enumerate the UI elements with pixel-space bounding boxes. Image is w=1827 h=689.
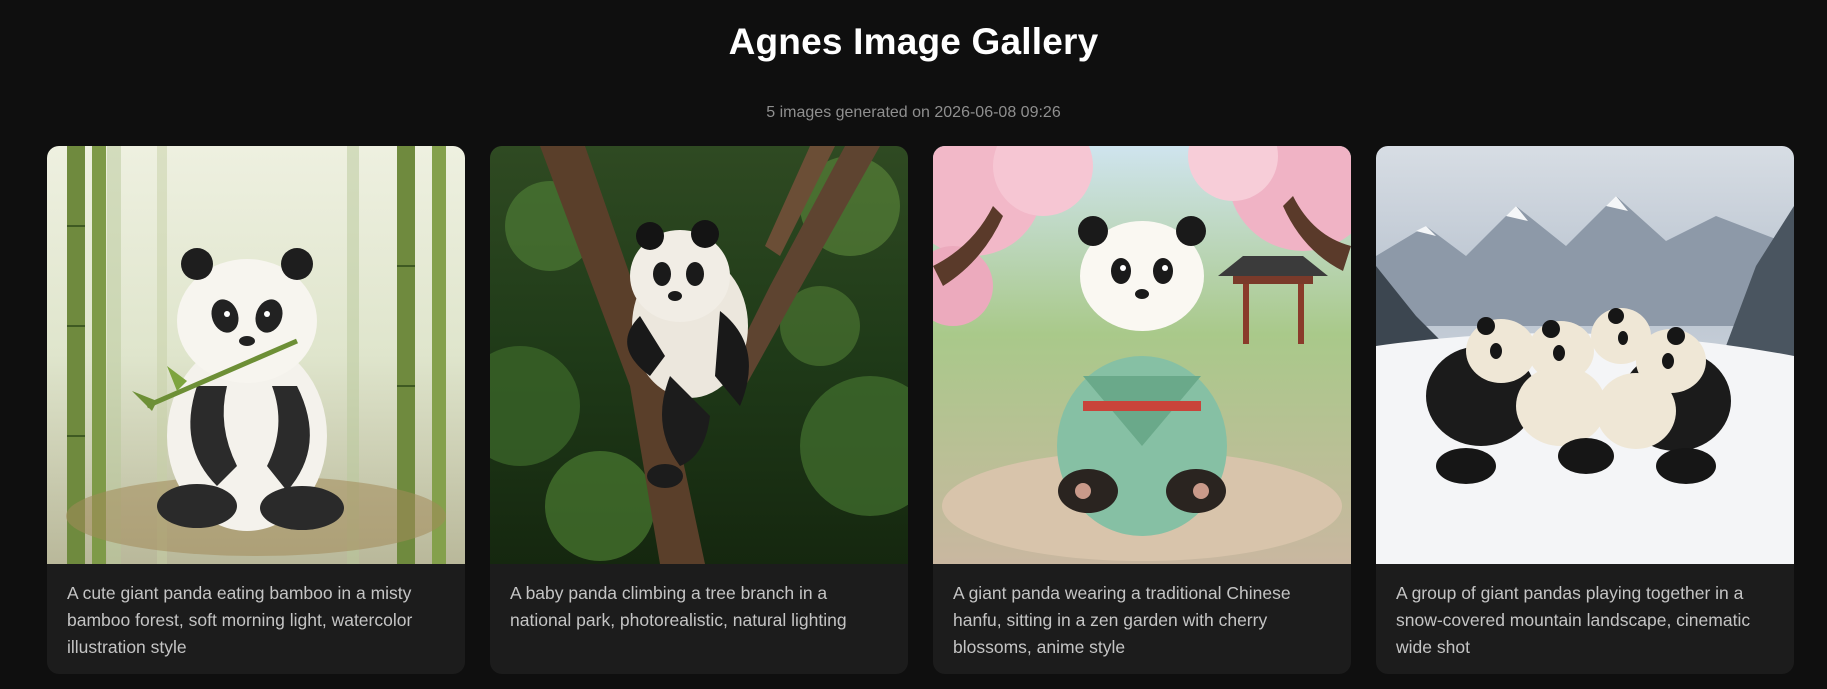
image-grid: A cute giant panda eating bamboo in a mi… bbox=[47, 146, 1794, 674]
gallery-page: Agnes Image Gallery 5 images generated o… bbox=[0, 0, 1827, 689]
page-subtitle: 5 images generated on 2026-06-08 09:26 bbox=[766, 104, 1061, 121]
panda-bamboo-illustration bbox=[47, 146, 465, 564]
gallery-card[interactable]: A group of giant pandas playing together… bbox=[1376, 146, 1794, 674]
pandas-snow-photo bbox=[1376, 146, 1794, 564]
page-header: Agnes Image Gallery 5 images generated o… bbox=[0, 0, 1827, 122]
gallery-card[interactable]: A cute giant panda eating bamboo in a mi… bbox=[47, 146, 465, 674]
image-caption: A baby panda climbing a tree branch in a… bbox=[510, 583, 847, 630]
gallery-image[interactable] bbox=[1376, 146, 1794, 564]
image-caption: A cute giant panda eating bamboo in a mi… bbox=[67, 583, 413, 657]
gallery-image[interactable] bbox=[933, 146, 1351, 564]
page-title: Agnes Image Gallery bbox=[728, 21, 1099, 62]
gallery-card[interactable]: A baby panda climbing a tree branch in a… bbox=[490, 146, 908, 674]
panda-hanfu-illustration bbox=[933, 146, 1351, 564]
gallery-card[interactable]: A giant panda wearing a traditional Chin… bbox=[933, 146, 1351, 674]
gallery-image[interactable] bbox=[47, 146, 465, 564]
image-caption: A group of giant pandas playing together… bbox=[1396, 583, 1751, 657]
gallery-image[interactable] bbox=[490, 146, 908, 564]
panda-tree-photo bbox=[490, 146, 908, 564]
image-caption: A giant panda wearing a traditional Chin… bbox=[953, 583, 1291, 657]
